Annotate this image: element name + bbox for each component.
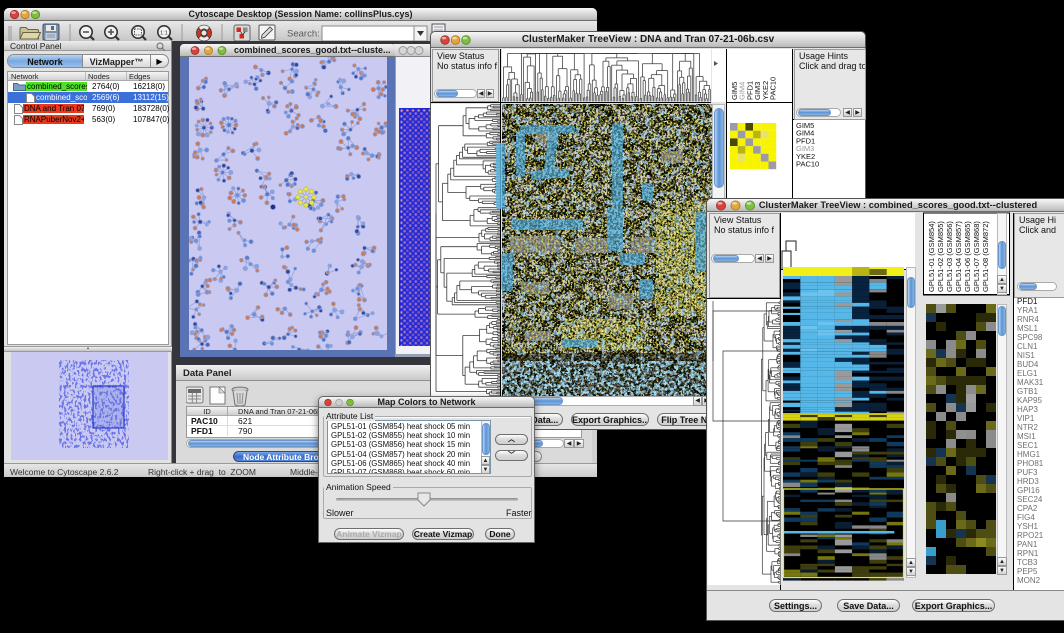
svg-text:SEC24: SEC24 — [1017, 495, 1043, 504]
svg-text:SEC1: SEC1 — [1017, 441, 1038, 450]
svg-text:MSI1: MSI1 — [1017, 432, 1036, 441]
svg-text:CLN1: CLN1 — [1017, 342, 1038, 351]
svg-text:GPL51-04 (GSM857): GPL51-04 (GSM857) — [954, 221, 963, 292]
svg-text:SPC98: SPC98 — [1017, 333, 1043, 342]
svg-text:HAP3: HAP3 — [1017, 405, 1038, 414]
svg-text:NTR2: NTR2 — [1017, 423, 1038, 432]
svg-text:HMG1: HMG1 — [1017, 450, 1041, 459]
svg-text:PFD1: PFD1 — [1017, 297, 1038, 306]
svg-text:YSH1: YSH1 — [1017, 522, 1038, 531]
svg-text:GPL51-07 (GSM868): GPL51-07 (GSM868) — [972, 221, 981, 292]
svg-text:ELG1: ELG1 — [1017, 369, 1038, 378]
svg-text:RPN1: RPN1 — [1017, 549, 1039, 558]
svg-text:PAC10: PAC10 — [769, 77, 778, 100]
svg-text:GPL51-02 (GSM855): GPL51-02 (GSM855) — [936, 221, 945, 292]
svg-text:RPO21: RPO21 — [1017, 531, 1044, 540]
svg-text:GPL51-01 (GSM854): GPL51-01 (GSM854) — [927, 221, 936, 292]
svg-text:1:1: 1:1 — [160, 31, 168, 37]
svg-text:KAP95: KAP95 — [1017, 396, 1042, 405]
svg-text:TCB3: TCB3 — [1017, 558, 1038, 567]
svg-text:GPL51-03 (GSM856): GPL51-03 (GSM856) — [945, 221, 954, 292]
svg-text:PHO81: PHO81 — [1017, 459, 1044, 468]
svg-text:RNR4: RNR4 — [1017, 315, 1039, 324]
svg-text:FIG4: FIG4 — [1017, 513, 1035, 522]
svg-text:PAC10: PAC10 — [796, 160, 819, 169]
svg-text:MSL1: MSL1 — [1017, 324, 1038, 333]
svg-text:GPL51-06 (GSM865): GPL51-06 (GSM865) — [963, 221, 972, 292]
svg-text:Search:: Search: — [287, 29, 320, 40]
svg-text:PAN1: PAN1 — [1017, 540, 1038, 549]
svg-text:MON2: MON2 — [1017, 576, 1041, 585]
svg-text:GPI16: GPI16 — [1017, 486, 1040, 495]
svg-text:GPL51-08 (GSM872): GPL51-08 (GSM872) — [981, 221, 990, 292]
svg-text:BUD4: BUD4 — [1017, 360, 1039, 369]
svg-text:HRD3: HRD3 — [1017, 477, 1039, 486]
svg-text:CPA2: CPA2 — [1017, 504, 1038, 513]
svg-text:YRA1: YRA1 — [1017, 306, 1038, 315]
svg-text:GTB1: GTB1 — [1017, 387, 1038, 396]
svg-text:MAK31: MAK31 — [1017, 378, 1044, 387]
svg-text:PUF3: PUF3 — [1017, 468, 1038, 477]
svg-text:PEP5: PEP5 — [1017, 567, 1038, 576]
svg-text:NIS1: NIS1 — [1017, 351, 1035, 360]
svg-text:VIP1: VIP1 — [1017, 414, 1035, 423]
